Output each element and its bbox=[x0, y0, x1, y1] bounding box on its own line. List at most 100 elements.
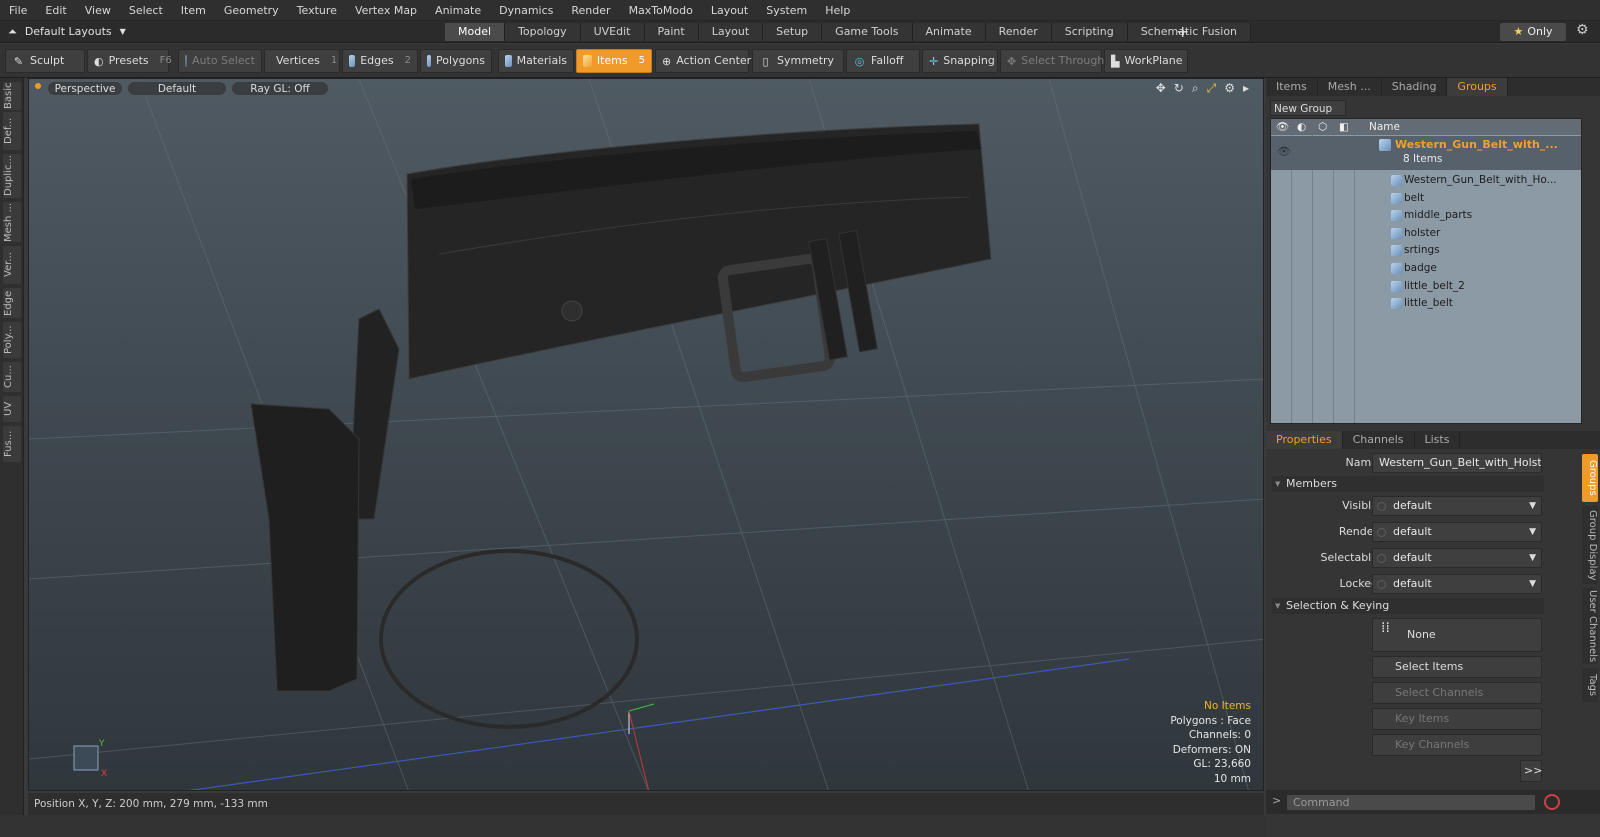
left-tool-1[interactable]: Def... bbox=[3, 112, 21, 150]
panel-tab-groups[interactable]: Groups bbox=[1447, 78, 1508, 96]
left-tool-4[interactable]: Ver... bbox=[3, 246, 21, 284]
raygl-button[interactable]: Ray GL: Off bbox=[231, 81, 329, 96]
viewport-gear-icon[interactable]: ⚙ bbox=[1224, 81, 1235, 96]
select-items-button[interactable]: Select Items bbox=[1372, 656, 1542, 678]
tab-layout[interactable]: Layout bbox=[698, 23, 764, 41]
left-tool-9[interactable]: Fus... bbox=[3, 426, 21, 462]
none-button[interactable]: ⁞⁞ None bbox=[1372, 618, 1542, 652]
tab-game-tools[interactable]: Game Tools bbox=[822, 23, 913, 41]
members-section[interactable]: Members bbox=[1272, 476, 1544, 492]
menu-texture[interactable]: Texture bbox=[288, 0, 346, 21]
layout-dropdown[interactable]: ⏶ Default Layouts ▼ bbox=[8, 21, 126, 43]
menu-file[interactable]: File bbox=[0, 0, 36, 21]
side-tab-group-display[interactable]: Group Display bbox=[1582, 506, 1598, 584]
viewport-menu-icon[interactable]: ▸ bbox=[1243, 81, 1249, 96]
left-tool-5[interactable]: Edge bbox=[3, 288, 21, 318]
left-tool-2[interactable]: Duplic... bbox=[3, 154, 21, 198]
left-tool-3[interactable]: Mesh ... bbox=[3, 202, 21, 242]
key-channels-button[interactable]: Key Channels bbox=[1372, 734, 1542, 756]
zoom-icon[interactable]: ⌕ bbox=[1192, 81, 1199, 96]
locked-select[interactable]: default ▼ bbox=[1372, 574, 1542, 594]
visible-select[interactable]: default ▼ bbox=[1372, 496, 1542, 516]
prop-tab-lists[interactable]: Lists bbox=[1415, 431, 1461, 449]
view-mode-button[interactable]: Perspective bbox=[47, 81, 123, 96]
menu-maxtomodo[interactable]: MaxToModo bbox=[620, 0, 702, 21]
record-icon[interactable] bbox=[1544, 794, 1560, 810]
name-field[interactable]: Western_Gun_Belt_with_Holster_ bbox=[1372, 453, 1542, 473]
tab-paint[interactable]: Paint bbox=[644, 23, 699, 41]
menu-layout[interactable]: Layout bbox=[702, 0, 757, 21]
tab-setup[interactable]: Setup bbox=[763, 23, 823, 41]
pan-icon[interactable]: ✥ bbox=[1156, 81, 1166, 96]
menu-select[interactable]: Select bbox=[120, 0, 172, 21]
panel-tab-mesh[interactable]: Mesh ... bbox=[1318, 78, 1382, 96]
gear-icon[interactable]: ⚙ bbox=[1576, 22, 1589, 38]
side-tab-groups[interactable]: Groups bbox=[1582, 454, 1598, 502]
group-item-row[interactable]: little_belt bbox=[1271, 295, 1581, 313]
prop-tab-properties[interactable]: Properties bbox=[1266, 431, 1343, 449]
selectable-select[interactable]: default ▼ bbox=[1372, 548, 1542, 568]
vertices-button[interactable]: Vertices 1 bbox=[264, 49, 340, 73]
add-tab-icon[interactable]: + bbox=[1176, 22, 1189, 42]
group-item-row[interactable]: middle_parts bbox=[1271, 207, 1581, 225]
more-button[interactable]: >> bbox=[1520, 760, 1542, 782]
shading-mode-button[interactable]: Default bbox=[127, 81, 227, 96]
new-group-button[interactable]: New Group bbox=[1270, 100, 1346, 116]
menu-dynamics[interactable]: Dynamics bbox=[490, 0, 562, 21]
key-items-button[interactable]: Key Items bbox=[1372, 708, 1542, 730]
tab-model[interactable]: Model bbox=[445, 23, 506, 41]
rotate-icon[interactable]: ↻ bbox=[1174, 81, 1184, 96]
menu-view[interactable]: View bbox=[76, 0, 120, 21]
menu-item[interactable]: Item bbox=[172, 0, 215, 21]
group-root-row[interactable]: 👁 Western_Gun_Belt_with_... 8 Items bbox=[1271, 136, 1581, 170]
3d-viewport[interactable]: Y X Perspective Default Ray GL: Off ✥ ↻ … bbox=[28, 78, 1264, 791]
tab-render[interactable]: Render bbox=[985, 23, 1052, 41]
workplane-button[interactable]: ▙ WorkPlane bbox=[1104, 49, 1188, 73]
tab-uvedit[interactable]: UVEdit bbox=[580, 23, 645, 41]
side-tab-tags[interactable]: Tags bbox=[1582, 668, 1598, 702]
falloff-button[interactable]: ◎ Falloff bbox=[846, 49, 920, 73]
prop-tab-channels[interactable]: Channels bbox=[1343, 431, 1415, 449]
select-channels-button[interactable]: Select Channels bbox=[1372, 682, 1542, 704]
items-button[interactable]: Items 5 bbox=[576, 49, 652, 73]
left-tool-8[interactable]: UV bbox=[3, 396, 21, 422]
only-button[interactable]: ★ Only bbox=[1500, 23, 1566, 41]
snapping-button[interactable]: ✛ Snapping bbox=[922, 49, 998, 73]
left-tool-0[interactable]: Basic bbox=[3, 82, 21, 110]
panel-tab-items[interactable]: Items bbox=[1266, 78, 1318, 96]
group-item-row[interactable]: badge bbox=[1271, 260, 1581, 278]
sculpt-button[interactable]: ✎ Sculpt bbox=[5, 49, 85, 73]
auto-select-button[interactable]: Auto Select bbox=[178, 49, 262, 73]
group-item-row[interactable]: little_belt_2 bbox=[1271, 278, 1581, 296]
group-item-row[interactable]: Western_Gun_Belt_with_Ho... bbox=[1271, 172, 1581, 190]
menu-vertex-map[interactable]: Vertex Map bbox=[346, 0, 426, 21]
fit-icon[interactable]: ⤢ bbox=[1207, 81, 1217, 96]
tab-topology[interactable]: Topology bbox=[505, 23, 581, 41]
menu-help[interactable]: Help bbox=[816, 0, 859, 21]
selection-keying-section[interactable]: Selection & Keying bbox=[1272, 598, 1544, 614]
visibility-toggle-icon[interactable]: 👁 bbox=[1277, 145, 1291, 158]
side-tab-user-channels[interactable]: User Channels bbox=[1582, 588, 1598, 664]
edges-button[interactable]: Edges 2 bbox=[342, 49, 418, 73]
command-input[interactable]: Command bbox=[1286, 794, 1536, 811]
presets-button[interactable]: ◐ Presets F6 bbox=[87, 49, 172, 73]
group-item-row[interactable]: belt bbox=[1271, 190, 1581, 208]
symmetry-button[interactable]: ▯ Symmetry bbox=[752, 49, 844, 73]
menu-edit[interactable]: Edit bbox=[36, 0, 75, 21]
group-item-row[interactable]: holster bbox=[1271, 225, 1581, 243]
materials-button[interactable]: Materials bbox=[498, 49, 574, 73]
render-select[interactable]: default ▼ bbox=[1372, 522, 1542, 542]
action-center-button[interactable]: ⊕ Action Center bbox=[655, 49, 751, 73]
group-item-row[interactable]: srtings bbox=[1271, 242, 1581, 260]
polygons-button[interactable]: Polygons bbox=[420, 49, 492, 73]
select-through-button[interactable]: ✥ Select Through bbox=[1000, 49, 1104, 73]
left-tool-6[interactable]: Poly... bbox=[3, 322, 21, 358]
tab-animate[interactable]: Animate bbox=[912, 23, 986, 41]
panel-tab-shading[interactable]: Shading bbox=[1382, 78, 1448, 96]
left-tool-7[interactable]: Cu... bbox=[3, 362, 21, 392]
menu-animate[interactable]: Animate bbox=[426, 0, 490, 21]
menu-geometry[interactable]: Geometry bbox=[215, 0, 288, 21]
menu-system[interactable]: System bbox=[757, 0, 816, 21]
tab-scripting[interactable]: Scripting bbox=[1051, 23, 1128, 41]
menu-render[interactable]: Render bbox=[562, 0, 619, 21]
